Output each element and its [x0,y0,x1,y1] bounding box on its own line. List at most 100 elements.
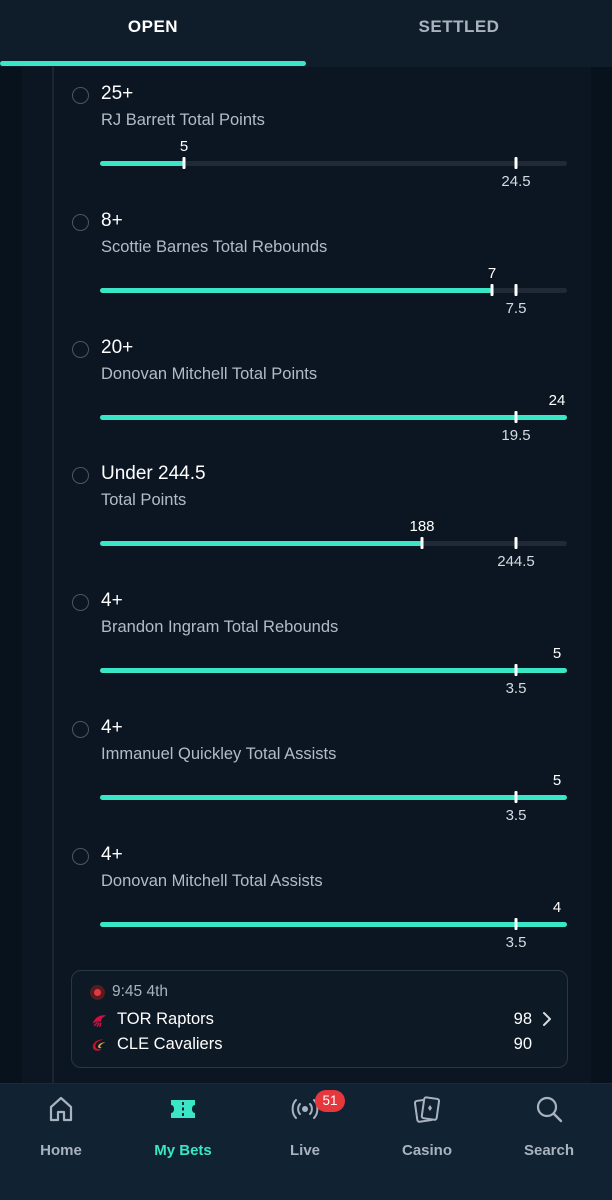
leg-market: Total Points [101,491,187,510]
nav-home[interactable]: Home [0,1094,122,1164]
chevron-right-icon [543,1012,551,1026]
leg-current-value: 188 [409,518,435,536]
leg-target-value: 7.5 [505,299,527,317]
leg-target-tick [514,917,518,930]
leg-status-circle-icon [72,213,89,231]
leg-pick: 8+ [101,209,123,231]
leg-target-tick [514,283,518,296]
leg-market: Immanuel Quickley Total Assists [101,745,337,763]
leg-progress-fill [100,541,422,547]
tab-settled-label: SETTLED [418,16,500,36]
leg-target-value: 244.5 [497,553,535,571]
leg-progress-fill [100,287,492,293]
team-row-home: TOR Raptors [90,1010,214,1029]
leg-progress-fill [100,161,184,166]
leg-current-value: 5 [552,772,562,789]
leg-current-value: 5 [552,645,562,663]
leg-pick: 4+ [101,590,123,612]
bet-slip-content[interactable]: 25+ RJ Barrett Total Points 5 24.5 8+ Scottie… [0,67,612,1083]
leg-market: RJ Barrett Total Points [101,111,265,129]
search-icon [536,1096,563,1123]
leg-status-circle-icon [72,467,89,485]
tab-settled[interactable]: SETTLED [306,0,612,67]
nav-search-label: Search [523,1142,575,1159]
team-score: 98 [513,1010,532,1028]
leg-pick: 20+ [101,336,134,358]
parlay-leg: 8+ Scottie Barnes Total Rebounds 7 7.5 [0,209,612,339]
leg-progress-fill [100,921,567,927]
leg-target-value: 24.5 [501,173,531,190]
parlay-leg: 4+ Immanuel Quickley Total Assists 5 3.5 [0,717,612,846]
ticket-icon [171,1100,195,1118]
leg-progress-track [100,157,567,169]
leg-progress-track [100,664,567,677]
leg-target-tick [514,664,518,677]
nav-live[interactable]: 51 Live [244,1090,366,1164]
bottom-navigation: Home My Bets 51 Live Casino Search [0,1083,612,1200]
nav-my-bets-label: My Bets [154,1142,212,1159]
leg-market: Scottie Barnes Total Rebounds [101,237,328,256]
leg-target-tick [514,537,518,550]
live-count-badge: 51 [315,1090,345,1112]
leg-status-circle-icon [72,340,89,358]
leg-target-tick [514,791,518,803]
parlay-leg: 4+ Brandon Ingram Total Rebounds 5 3.5 [0,590,612,719]
leg-progress-track [100,791,567,803]
leg-target-value: 3.5 [505,680,527,698]
leg-progress-fill [100,668,567,674]
parlay-leg: 4+ Donovan Mitchell Total Assists 4 3.5 [0,843,612,973]
parlay-leg: Under 244.5 Total Points 188 244.5 [0,463,612,592]
leg-market: Donovan Mitchell Total Points [101,364,318,383]
leg-progress-fill [100,795,567,800]
leg-target-value: 19.5 [501,426,531,444]
leg-current-tick [420,537,424,550]
nav-casino[interactable]: Casino [366,1094,488,1164]
leg-progress-track [100,283,567,296]
leg-target-tick [514,410,518,423]
cards-icon [413,1096,441,1123]
leg-current-value: 5 [179,138,189,155]
leg-target-tick [514,157,518,169]
leg-current-tick [490,283,494,296]
my-bets-screen: OPEN SETTLED 25+ RJ Barrett Total Points 5… [0,0,612,1200]
leg-progress-track [100,537,567,550]
parlay-leg: 25+ RJ Barrett Total Points 5 24.5 [0,83,612,212]
team-name: CLE Cavaliers [117,1035,223,1053]
leg-status-circle-icon [72,721,89,738]
nav-casino-label: Casino [401,1142,452,1159]
leg-status-circle-icon [72,87,89,104]
tab-open[interactable]: OPEN [0,0,306,67]
cavaliers-logo-icon [92,1038,106,1051]
leg-current-value: 7 [487,264,497,282]
live-indicator-icon [90,985,105,1000]
parlay-leg: 20+ Donovan Mitchell Total Points 24 19.5 [0,336,612,466]
raptors-logo-icon [92,1014,107,1027]
nav-home-label: Home [40,1142,82,1159]
leg-market: Brandon Ingram Total Rebounds [101,618,339,637]
leg-status-circle-icon [72,594,89,612]
leg-pick: Under 244.5 [101,463,206,485]
leg-market: Donovan Mitchell Total Assists [101,871,323,890]
leg-pick: 4+ [101,717,123,738]
leg-progress-track [100,917,567,930]
leg-target-value: 3.5 [505,933,527,951]
game-clock: 9:45 4th [112,983,169,1000]
leg-status-circle-icon [72,847,89,865]
tab-open-label: OPEN [127,16,179,36]
leg-target-value: 3.5 [505,807,527,824]
team-row-away: CLE Cavaliers [90,1035,222,1054]
active-tab-indicator [0,61,306,66]
nav-live-label: Live [289,1142,320,1159]
team-name: TOR Raptors [117,1010,214,1028]
nav-my-bets[interactable]: My Bets [122,1094,244,1164]
leg-current-tick [182,157,186,169]
leg-current-value: 24 [548,391,566,409]
nav-search[interactable]: Search [488,1094,610,1164]
home-icon [49,1096,73,1122]
game-score-card[interactable]: 9:45 4th TOR Raptors 98 CLE Cavaliers 90 [71,970,568,1068]
leg-pick: 4+ [101,843,123,865]
leg-pick: 25+ [101,83,134,104]
leg-progress-fill [100,414,567,420]
bets-tabs: OPEN SETTLED [0,0,612,67]
leg-progress-track [100,410,567,423]
